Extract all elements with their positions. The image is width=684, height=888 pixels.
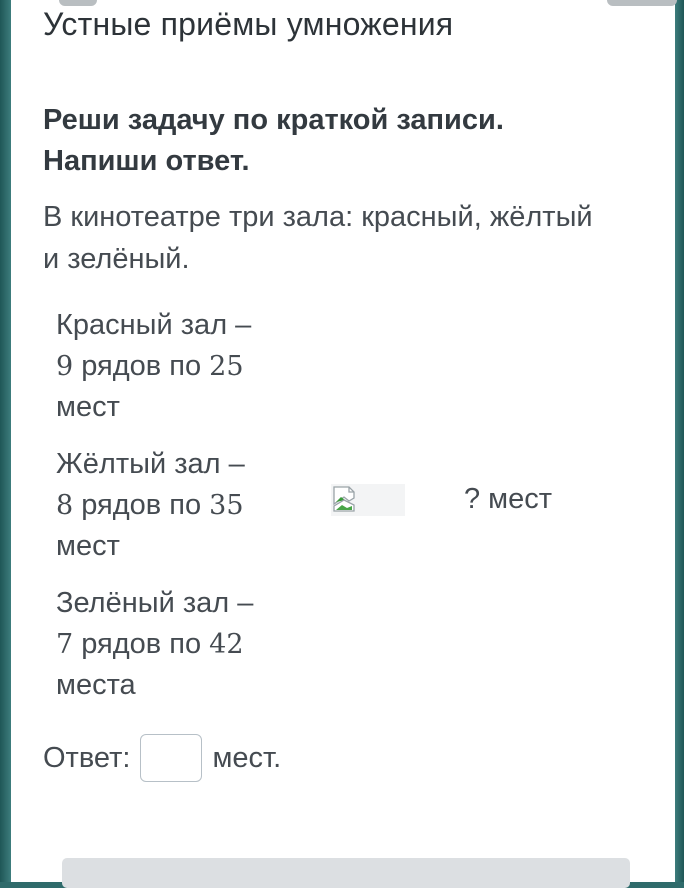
hall-seats: 25 xyxy=(209,351,244,382)
hall-red: Красный зал – 9 рядов по 25 мест xyxy=(56,305,286,428)
hall-seats: 35 xyxy=(209,490,244,521)
answer-input[interactable] xyxy=(140,734,203,782)
answer-label: Ответ: xyxy=(43,741,131,774)
broken-image-icon xyxy=(333,486,355,512)
hall-rows-line: 7 рядов по 42 xyxy=(56,624,286,665)
left-frame-edge xyxy=(0,0,11,882)
hall-rows-text: рядов по xyxy=(73,489,210,521)
brace-image xyxy=(331,484,405,516)
task-card: Устные приёмы умножения Реши задачу по к… xyxy=(11,0,677,888)
hall-name: Красный зал – xyxy=(56,309,252,341)
hall-rows-text: рядов по xyxy=(73,628,210,660)
hall-rows-line: 8 рядов по 35 xyxy=(56,485,286,526)
hall-rows: 7 xyxy=(56,629,74,660)
instruction-line-1: Реши задачу по краткой записи. xyxy=(43,104,504,136)
hall-rows-text: рядов по xyxy=(73,350,210,382)
hall-rows-line: 9 рядов по 25 xyxy=(56,346,286,387)
task-instruction: Реши задачу по краткой записи. Напиши от… xyxy=(43,100,603,182)
hall-green: Зелёный зал – 7 рядов по 42 места xyxy=(56,583,286,706)
hall-unit: мест xyxy=(56,530,120,562)
hall-name: Зелёный зал – xyxy=(56,587,254,619)
hall-rows: 8 xyxy=(56,490,74,521)
answer-row: Ответ: мест. xyxy=(43,732,281,784)
problem-line-2: и зелёный. xyxy=(43,243,190,275)
problem-line-1: В кинотеатре три зала: красный, жёлтый xyxy=(43,201,593,233)
top-tab-right[interactable] xyxy=(607,0,677,6)
lesson-title: Устные приёмы умножения xyxy=(43,6,454,42)
hall-name: Жёлтый зал – xyxy=(56,448,245,480)
submit-button[interactable] xyxy=(62,858,630,888)
question-total: ? мест xyxy=(464,483,553,515)
hall-rows: 9 xyxy=(56,351,74,382)
right-frame-edge xyxy=(675,0,684,882)
hall-unit: мест xyxy=(56,391,120,423)
hall-yellow: Жёлтый зал – 8 рядов по 35 мест xyxy=(56,444,286,567)
problem-text: В кинотеатре три зала: красный, жёлтый и… xyxy=(43,196,663,280)
instruction-line-2: Напиши ответ. xyxy=(43,145,250,177)
hall-unit: места xyxy=(56,669,136,701)
answer-unit: мест. xyxy=(212,741,282,774)
hall-seats: 42 xyxy=(209,629,244,660)
